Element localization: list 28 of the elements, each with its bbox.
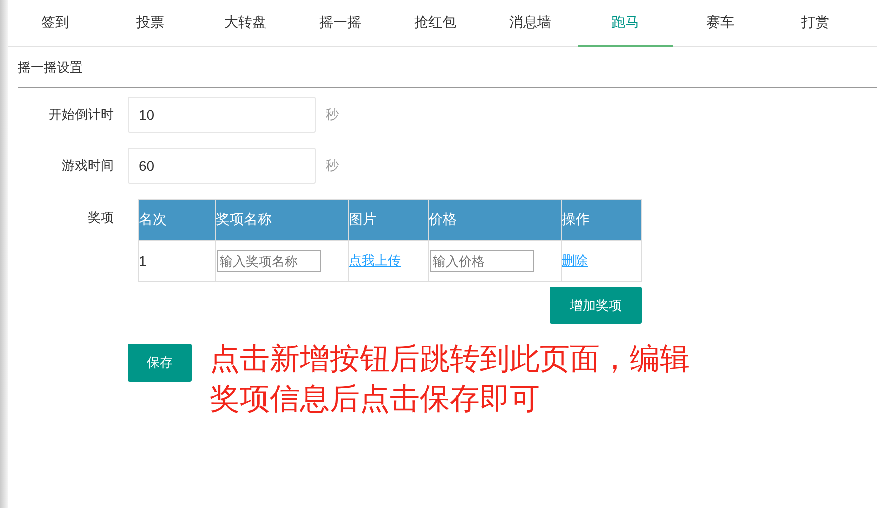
- column-header: 图片: [349, 211, 377, 229]
- prize-name-field[interactable]: 输入奖项名称: [217, 250, 321, 272]
- field-label: 游戏时间: [61, 157, 114, 175]
- tab[interactable]: 打赏: [768, 0, 863, 47]
- add-prize-button[interactable]: 增加奖项: [550, 287, 642, 324]
- input-field[interactable]: 10: [128, 97, 316, 133]
- tab[interactable]: 抢红包: [388, 0, 483, 47]
- tab[interactable]: 投票: [103, 0, 198, 47]
- tab[interactable]: 签到: [8, 0, 103, 47]
- field-label: 开始倒计时: [48, 106, 114, 124]
- column-header: 名次: [139, 211, 167, 229]
- tab[interactable]: 赛车: [673, 0, 768, 47]
- input-field[interactable]: 60: [128, 148, 316, 184]
- unit-label: 秒: [326, 157, 339, 175]
- column-header: 价格: [429, 211, 457, 229]
- tab[interactable]: 消息墙: [483, 0, 578, 47]
- column-header: 奖项名称: [216, 211, 272, 229]
- rank-cell: 1: [139, 253, 147, 269]
- price-field[interactable]: 输入价格: [430, 250, 534, 272]
- unit-label: 秒: [326, 106, 339, 124]
- annotation-text: 点击新增按钮后跳转到此页面，编辑奖项信息后点击保存即可: [210, 342, 691, 418]
- column-header: 操作: [562, 211, 590, 229]
- field-label: 奖项: [87, 209, 114, 227]
- section-title: 摇一摇设置: [18, 59, 83, 77]
- tab[interactable]: 跑马: [578, 0, 673, 47]
- tab[interactable]: 摇一摇: [293, 0, 388, 47]
- tab[interactable]: 大转盘: [198, 0, 293, 47]
- save-button[interactable]: 保存: [128, 344, 192, 382]
